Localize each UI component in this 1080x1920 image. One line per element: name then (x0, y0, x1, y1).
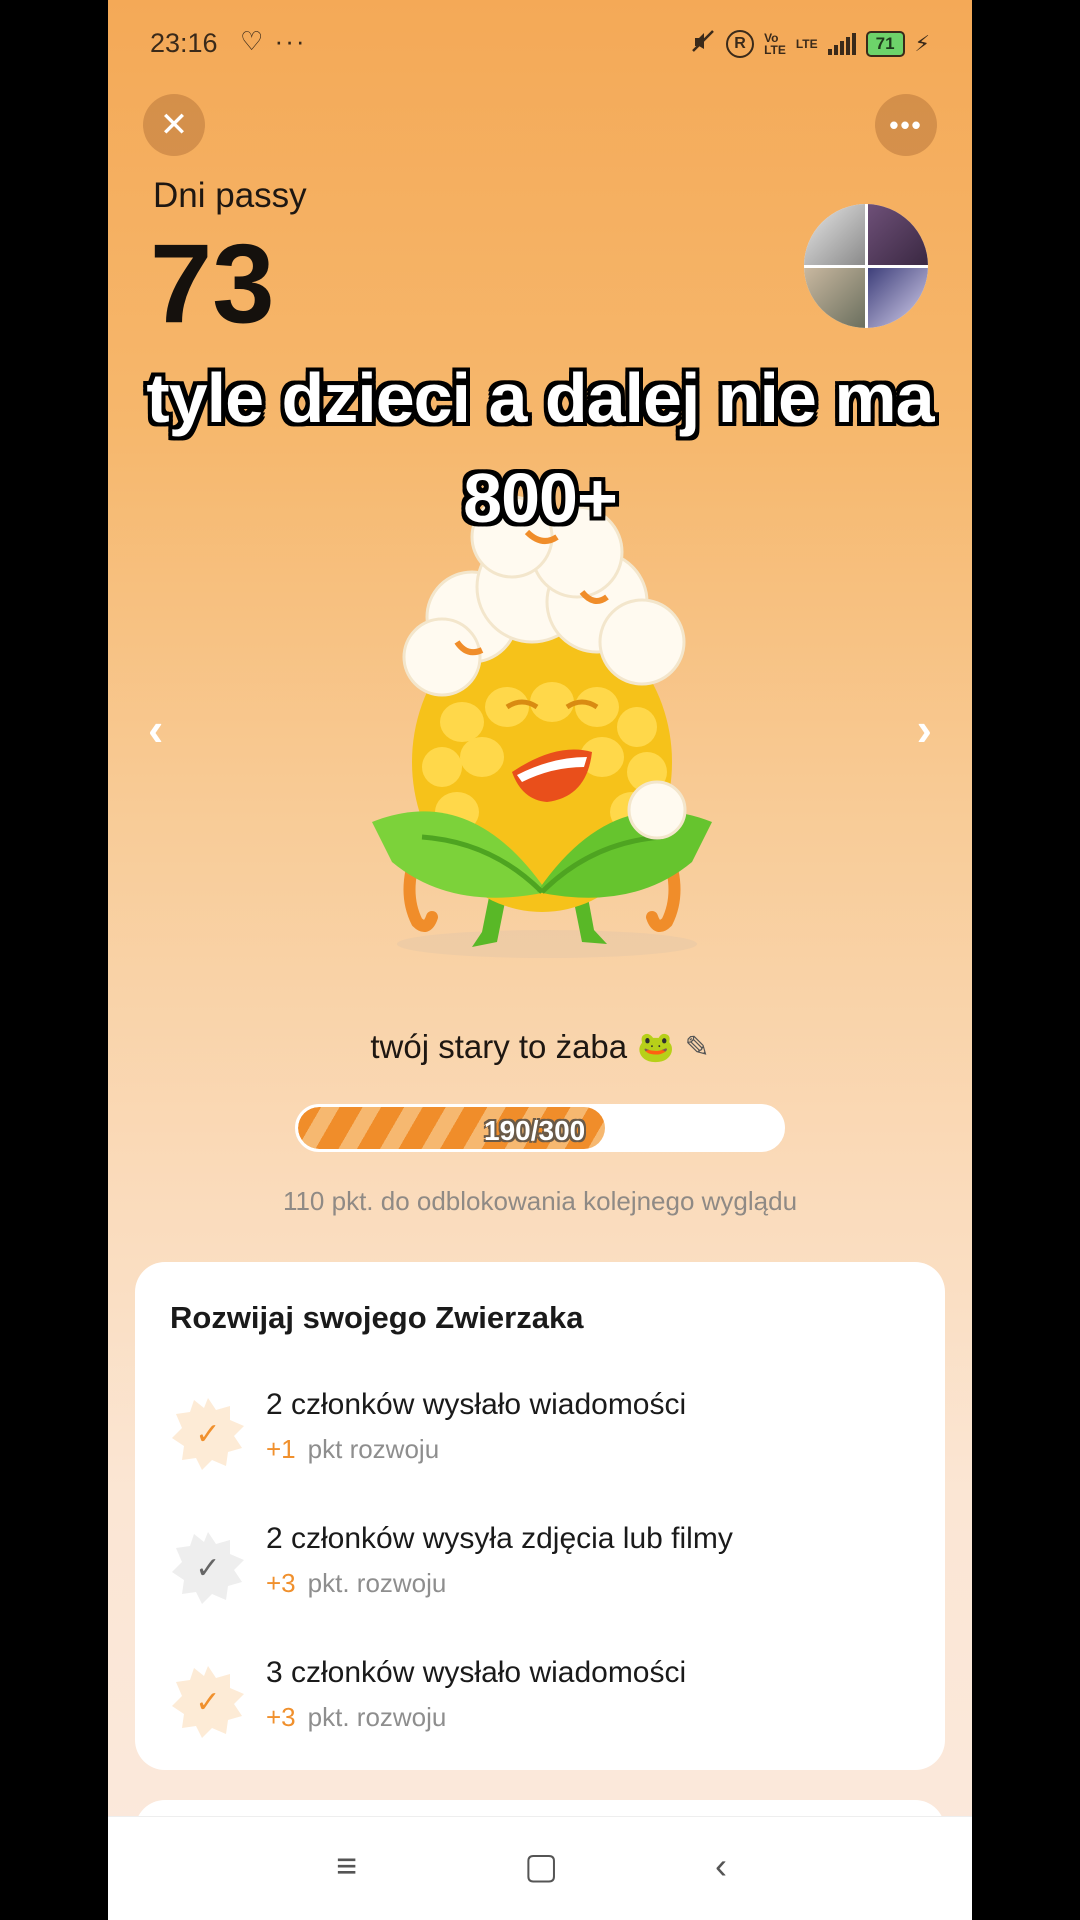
unlock-hint: 110 pkt. do odblokowania kolejnego wyglą… (282, 1186, 798, 1216)
task-title: 2 członków wysyła zdjęcia lub filmy (266, 1522, 733, 1555)
caption-line: 800+ (463, 459, 618, 537)
charging-icon: ⚡ (914, 31, 930, 56)
task-pending-badge-icon: ✓ (170, 1530, 246, 1606)
volte-icon: Vo LTE (764, 31, 786, 57)
app-screen: 23:16 ♡ ··· R Vo LTE LTE 71 ⚡ ✕ ••• Dni p… (108, 0, 972, 1920)
notification-icons: ♡ ··· (240, 26, 307, 56)
group-avatar[interactable] (804, 204, 928, 328)
system-nav-bar: ≡ ▢ ‹ (108, 1816, 972, 1920)
member-avatar (804, 204, 865, 265)
pet-name-row[interactable]: twój stary to żaba 🐸 ✎ (108, 1028, 972, 1066)
task-item: ✓ 3 członków wysłało wiadomości +3 pkt. r… (170, 1656, 910, 1746)
card-title: Rozwijaj swojego Zwierzaka (170, 1300, 584, 1335)
task-points: +3 pkt. rozwoju (266, 1702, 447, 1732)
battery-icon: 71 (865, 31, 905, 57)
close-icon: ✕ (159, 106, 189, 144)
caption-line: tyle dzieci a dalej nie ma (146, 359, 934, 437)
progress-text: 190/300 (484, 1115, 586, 1146)
previous-look-button[interactable]: ‹ (148, 702, 163, 756)
task-title: 2 członków wysłało wiadomości (266, 1388, 687, 1421)
status-time: 23:16 (150, 28, 218, 58)
status-bar: 23:16 ♡ ··· R Vo LTE LTE 71 ⚡ (108, 24, 972, 64)
task-points: +3 pkt. rozwoju (266, 1568, 447, 1598)
lte-label: LTE (795, 37, 818, 51)
task-item: ✓ 2 członków wysłało wiadomości +1 pkt ro… (170, 1388, 910, 1478)
task-title: 3 członków wysłało wiadomości (266, 1656, 687, 1689)
video-caption-overlay: tyle dzieci a dalej nie ma 800+ (108, 348, 972, 548)
more-icon: ••• (889, 109, 923, 140)
back-button[interactable]: ‹ (715, 1845, 727, 1887)
next-look-button[interactable]: › (917, 702, 932, 756)
frog-emoji-icon: 🐸 (637, 1030, 675, 1064)
pet-mascot-image (372, 495, 712, 958)
task-done-badge-icon: ✓ (170, 1664, 246, 1740)
mute-icon (690, 28, 716, 60)
edit-name-icon[interactable]: ✎ (685, 1030, 710, 1065)
streak-label: Dni passy (153, 176, 307, 215)
signal-icon (827, 33, 856, 55)
more-options-button[interactable]: ••• (875, 94, 937, 156)
home-button[interactable]: ▢ (524, 1845, 558, 1887)
task-done-badge-icon: ✓ (170, 1396, 246, 1472)
growth-progress-bar: 190/300 (295, 1104, 785, 1152)
member-avatar (867, 204, 928, 265)
member-avatar (804, 267, 865, 328)
member-avatar (867, 267, 928, 328)
registered-icon: R (726, 30, 755, 58)
recent-apps-button[interactable]: ≡ (336, 1845, 357, 1887)
pet-name: twój stary to żaba (370, 1028, 628, 1065)
grow-pet-card: Rozwijaj swojego Zwierzaka ✓ 2 członków … (135, 1262, 945, 1770)
task-item: ✓ 2 członków wysyła zdjęcia lub filmy +3… (170, 1522, 910, 1612)
status-right-icons: R Vo LTE LTE 71 ⚡ (690, 28, 930, 60)
streak-value: 73 (150, 221, 275, 346)
close-button[interactable]: ✕ (143, 94, 205, 156)
task-points: +1 pkt rozwoju (266, 1434, 440, 1464)
